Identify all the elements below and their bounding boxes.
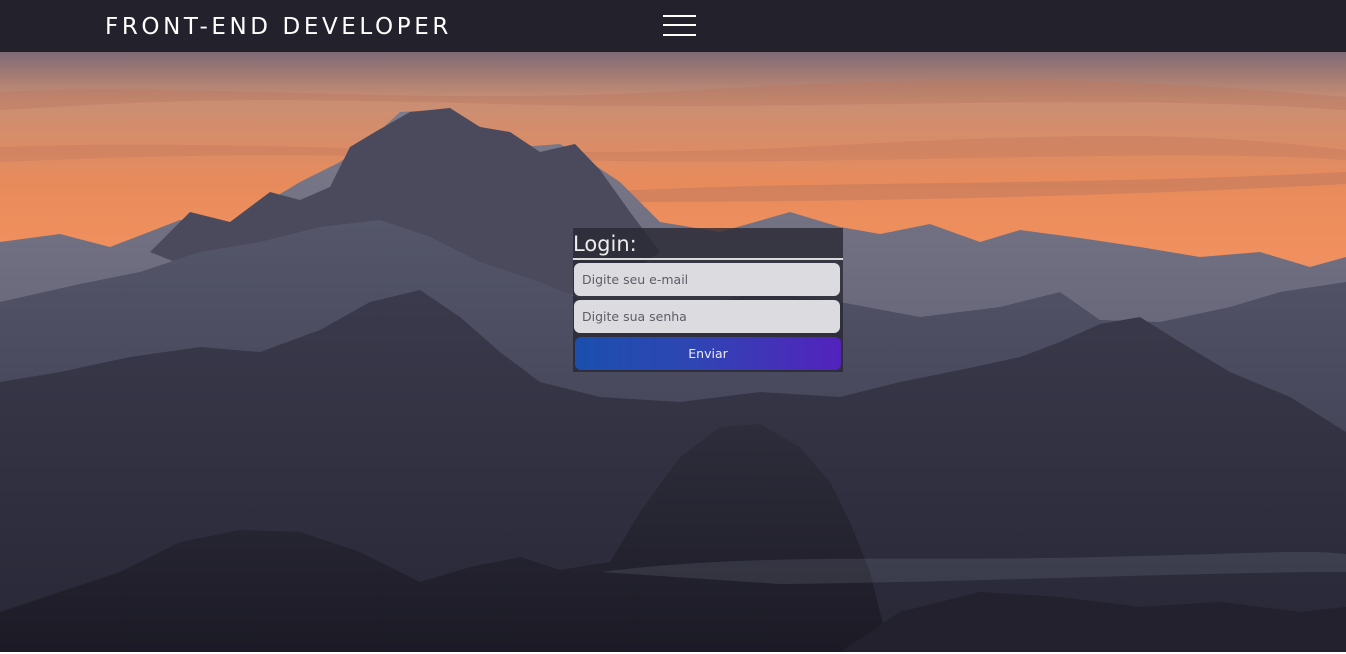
page: FRONT-END DEVELOPER Login: Digite seu e-… xyxy=(0,0,1346,654)
menu-line xyxy=(663,34,696,36)
menu-line xyxy=(663,24,696,26)
email-input[interactable] xyxy=(574,263,840,296)
login-title: Login: xyxy=(573,230,843,260)
top-navbar: FRONT-END DEVELOPER xyxy=(0,0,1346,52)
submit-button[interactable]: Enviar xyxy=(575,337,841,370)
menu-line xyxy=(663,15,696,17)
password-input[interactable] xyxy=(574,300,840,333)
brand-title[interactable]: FRONT-END DEVELOPER xyxy=(105,12,452,42)
hamburger-menu-icon[interactable] xyxy=(663,13,697,39)
login-panel: Login: Enviar xyxy=(573,228,843,372)
